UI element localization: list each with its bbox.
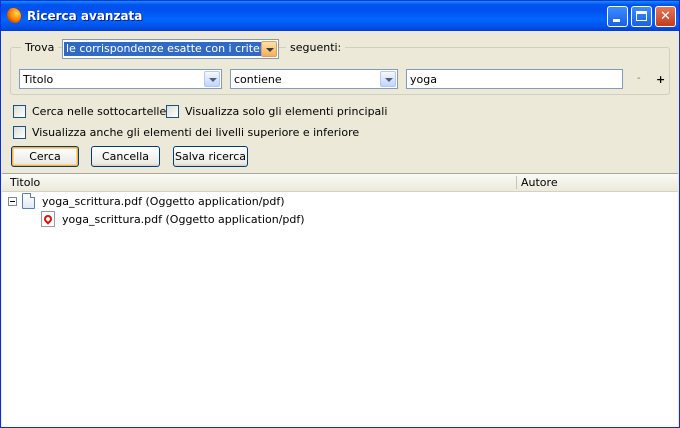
firefox-icon <box>7 7 23 23</box>
pdf-icon <box>41 211 55 227</box>
search-subfolders-label: Cerca nelle sottocartelle <box>32 105 167 118</box>
result-row-child[interactable]: yoga_scrittura.pdf (Oggetto application/… <box>62 213 305 226</box>
close-button[interactable]: ✕ <box>655 6 676 27</box>
advanced-search-window: Ricerca avanzata ✕ Trova le corrisponden… <box>0 0 680 428</box>
clear-button[interactable]: Cancella <box>91 146 160 167</box>
chevron-down-icon[interactable] <box>204 71 220 87</box>
show-parents-children-checkbox[interactable] <box>13 126 26 139</box>
maximize-button[interactable] <box>631 6 652 27</box>
result-row-parent[interactable]: yoga_scrittura.pdf (Oggetto application/… <box>42 195 285 208</box>
results-header: Titolo Autore <box>2 174 678 192</box>
show-main-only-label: Visualizza solo gli elementi principali <box>185 105 388 118</box>
find-label: Trova <box>21 41 59 54</box>
search-subfolders-checkbox[interactable] <box>13 105 26 118</box>
maximize-icon <box>636 11 647 21</box>
column-header-title[interactable]: Titolo <box>10 176 40 189</box>
close-icon: ✕ <box>660 9 671 24</box>
results-list[interactable]: Titolo Autore yoga_scrittura.pdf (Oggett… <box>2 173 678 427</box>
column-header-author[interactable]: Autore <box>521 176 558 189</box>
show-main-only-checkbox[interactable] <box>166 105 179 118</box>
search-value-input[interactable]: yoga <box>406 69 623 89</box>
chevron-down-icon[interactable] <box>261 41 277 57</box>
chevron-down-icon[interactable] <box>380 71 396 87</box>
remove-condition-button[interactable]: - <box>637 73 641 84</box>
match-mode-select[interactable]: le corrispondenze esatte con i criteri <box>62 39 279 59</box>
search-button[interactable]: Cerca <box>11 146 79 167</box>
add-condition-button[interactable]: + <box>656 73 665 86</box>
match-mode-value: le corrispondenze esatte con i criteri <box>64 42 270 56</box>
following-label: seguenti: <box>286 41 346 54</box>
search-value-text: yoga <box>410 73 437 86</box>
operator-select[interactable]: contiene <box>230 69 398 89</box>
minimize-icon <box>613 19 620 22</box>
column-divider[interactable] <box>516 176 517 189</box>
field-value: Titolo <box>23 73 54 86</box>
save-search-button[interactable]: Salva ricerca <box>173 146 248 167</box>
field-select[interactable]: Titolo <box>19 69 222 89</box>
minimize-button[interactable] <box>607 6 628 27</box>
title-bar[interactable]: Ricerca avanzata ✕ <box>1 1 679 31</box>
operator-value: contiene <box>234 73 282 86</box>
show-parents-children-label: Visualizza anche gli elementi dei livell… <box>32 126 360 139</box>
document-icon <box>22 193 35 209</box>
collapse-icon[interactable] <box>8 197 17 206</box>
window-title: Ricerca avanzata <box>27 9 143 23</box>
